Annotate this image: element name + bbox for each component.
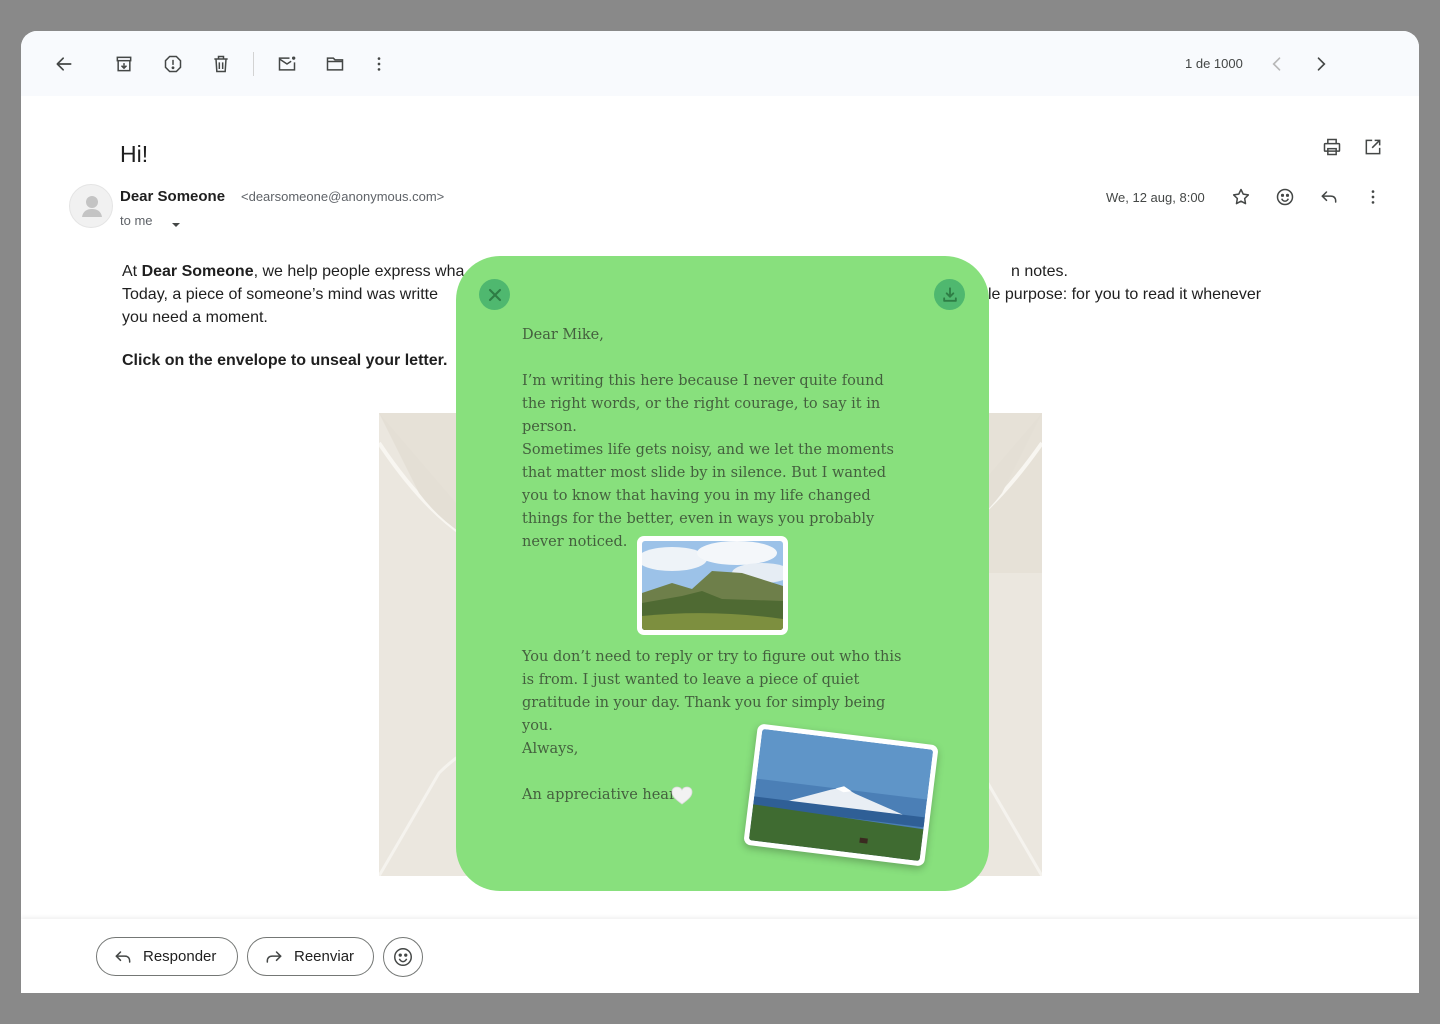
letter-paragraph-3: You don’t need to reply or try to figure… — [522, 649, 902, 734]
reply-bar: Responder Reenviar — [21, 919, 1419, 993]
letter-photo-volcano — [743, 723, 939, 867]
report-spam-button[interactable] — [160, 51, 186, 77]
sender-email: <dearsomeone@anonymous.com> — [241, 189, 445, 204]
star-icon — [1232, 188, 1250, 205]
report-spam-icon — [164, 55, 182, 73]
email-date: We, 12 aug, 8:00 — [1106, 190, 1205, 205]
archive-icon — [116, 56, 132, 72]
more-vert-icon — [377, 57, 381, 71]
chevron-right-icon — [1317, 57, 1326, 71]
print-button[interactable] — [1320, 135, 1344, 159]
open-in-new-icon — [1365, 139, 1381, 155]
letter-card: Dear Mike, I’m writing this here because… — [456, 256, 989, 891]
letter-greeting: Dear Mike, — [522, 327, 604, 343]
open-new-window-button[interactable] — [1361, 135, 1385, 159]
reply-label: Responder — [143, 948, 217, 965]
body-text-line2-end: le purpose: for you to read it whenever — [988, 286, 1262, 303]
recipient-label: to me — [120, 213, 153, 228]
folder-icon — [326, 57, 344, 71]
body-brand-name: Dear Someone — [141, 263, 254, 280]
add-reaction-button[interactable] — [1273, 185, 1297, 209]
body-text-line2: Today, a piece of someone’s mind was wri… — [122, 286, 439, 303]
message-more-button[interactable] — [1361, 185, 1385, 209]
star-button[interactable] — [1229, 185, 1253, 209]
back-button[interactable] — [51, 51, 77, 77]
print-icon — [1323, 138, 1341, 156]
email-subject: Hi! — [120, 141, 149, 167]
arrow-left-icon — [56, 57, 72, 71]
body-instruction: Click on the envelope to unseal your let… — [122, 352, 448, 369]
delete-button[interactable] — [208, 51, 234, 77]
white-heart-icon — [671, 786, 693, 805]
reply-button[interactable] — [1317, 185, 1341, 209]
sender-name[interactable]: Dear Someone — [120, 188, 225, 205]
download-letter-button[interactable] — [934, 279, 965, 310]
letter-photo-hills — [637, 536, 788, 635]
more-vert-icon — [1371, 190, 1375, 204]
reply-icon — [115, 950, 131, 963]
emoji-react-button[interactable] — [383, 937, 423, 977]
move-to-button[interactable] — [322, 51, 348, 77]
avatar[interactable] — [69, 184, 113, 228]
body-text-line1: , we help people express wha — [253, 263, 465, 280]
close-icon — [488, 288, 501, 301]
forward-pill-button[interactable]: Reenviar — [247, 937, 374, 976]
recipient-details-toggle[interactable] — [169, 217, 183, 227]
more-options-button[interactable] — [366, 51, 392, 77]
hills-landscape-image — [642, 541, 783, 630]
mark-unread-button[interactable] — [274, 51, 300, 77]
forward-icon — [266, 950, 282, 963]
chevron-left-icon — [1272, 57, 1281, 71]
emoji-icon — [1276, 188, 1294, 206]
archive-button[interactable] — [111, 51, 137, 77]
letter-signature: An appreciative heart — [522, 787, 682, 803]
mark-unread-icon — [278, 56, 296, 71]
emoji-icon — [394, 948, 412, 966]
body-text-prefix: At — [122, 263, 142, 280]
letter-paragraph-1: I’m writing this here because I never qu… — [522, 373, 884, 435]
email-toolbar: 1 de 1000 — [21, 31, 1419, 96]
next-email-button[interactable] — [1308, 51, 1334, 77]
volcano-landscape-image — [748, 728, 934, 862]
person-icon — [82, 196, 102, 217]
caret-down-icon — [172, 223, 180, 227]
reply-icon — [1321, 191, 1337, 203]
body-text-line1-end: n notes. — [1011, 263, 1068, 280]
toolbar-divider — [253, 52, 254, 76]
forward-label: Reenviar — [294, 948, 355, 965]
trash-icon — [214, 55, 228, 73]
letter-closing: Always, — [522, 741, 579, 757]
previous-email-button[interactable] — [1264, 51, 1290, 77]
pager-count: 1 de 1000 — [1185, 56, 1243, 71]
close-letter-button[interactable] — [479, 279, 510, 310]
reply-pill-button[interactable]: Responder — [96, 937, 238, 976]
download-icon — [942, 286, 957, 302]
